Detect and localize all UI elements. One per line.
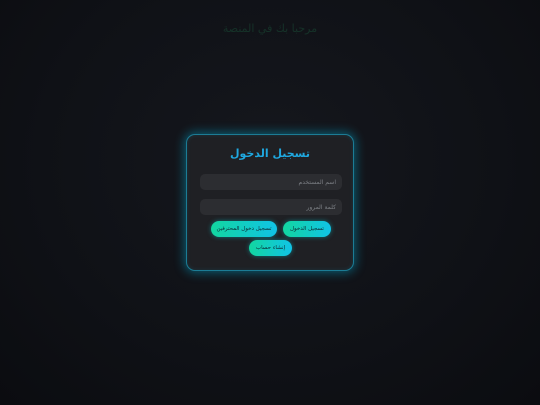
username-input[interactable] bbox=[200, 174, 342, 190]
pro-login-button[interactable]: تسجيل دخول المحترفين bbox=[211, 221, 277, 237]
background-heading: مرحبا بك في المنصة bbox=[222, 22, 318, 35]
login-card: تسجيل الدخول تسجيل الدخول تسجيل دخول الم… bbox=[186, 134, 354, 271]
login-button[interactable]: تسجيل الدخول bbox=[283, 221, 331, 237]
create-account-button[interactable]: إنشاء حساب bbox=[249, 240, 292, 256]
login-title: تسجيل الدخول bbox=[229, 147, 310, 160]
password-input[interactable] bbox=[200, 199, 342, 215]
